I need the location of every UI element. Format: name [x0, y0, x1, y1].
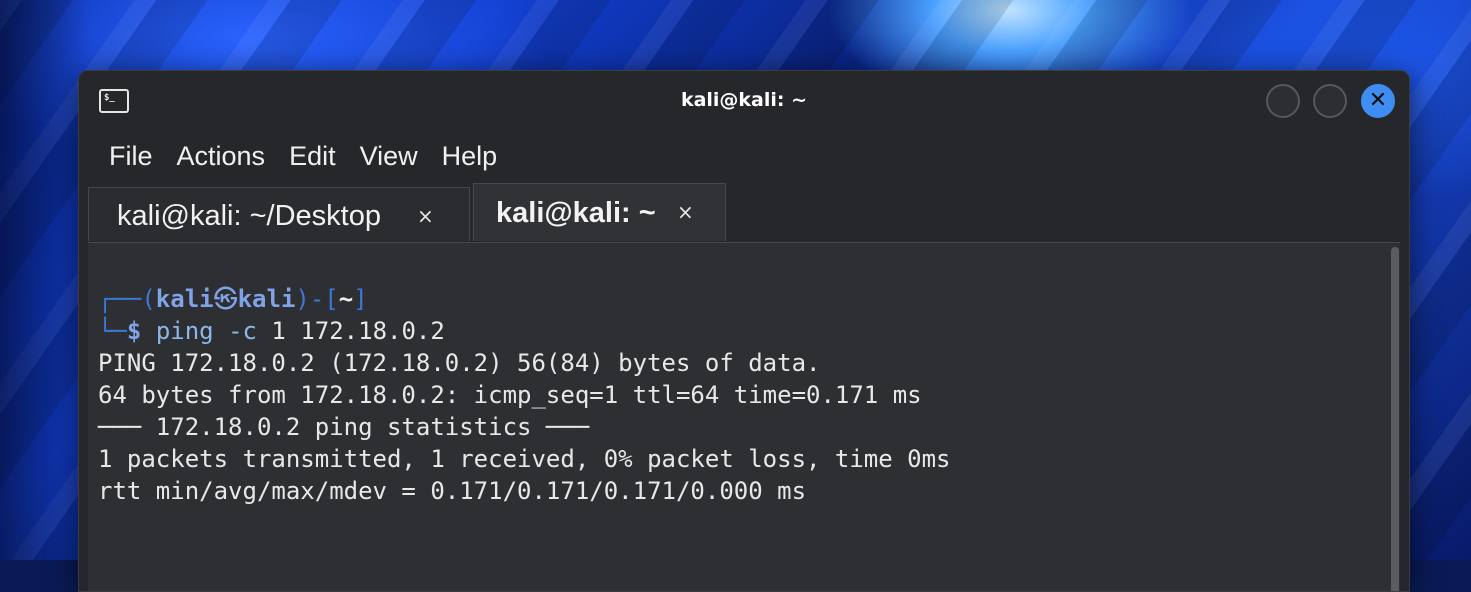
prompt-prefix-bottom: └─	[98, 317, 127, 345]
prompt-separator: )-[	[295, 285, 339, 313]
tab-bar: kali@kali: ~/Desktop × kali@kali: ~ ×	[88, 183, 1409, 243]
prompt-host: kali	[237, 285, 296, 313]
tab-home[interactable]: kali@kali: ~ ×	[473, 183, 726, 241]
close-icon: ✕	[1368, 88, 1388, 113]
command-flag: -c	[228, 317, 257, 345]
prompt-dollar: $	[126, 317, 142, 345]
close-window-button[interactable]: ✕	[1361, 84, 1395, 118]
prompt-prefix: ┌──(	[98, 285, 156, 313]
menu-actions[interactable]: Actions	[169, 141, 282, 172]
window-title: kali@kali: ~	[680, 89, 808, 111]
prompt-path: ~	[338, 285, 354, 313]
menu-edit[interactable]: Edit	[281, 141, 352, 172]
prompt-line-1: ┌──(kali㉿kali)-[~]	[98, 283, 951, 315]
tab-label: kali@kali: ~/Desktop	[117, 200, 381, 232]
output-line: rtt min/avg/max/mdev = 0.171/0.171/0.171…	[98, 477, 807, 505]
prompt-bracket-end: ]	[353, 285, 368, 313]
minimize-button[interactable]	[1266, 84, 1300, 118]
tab-close-icon[interactable]: ×	[677, 200, 694, 224]
command-name: ping	[155, 317, 214, 345]
output-line: PING 172.18.0.2 (172.18.0.2) 56(84) byte…	[98, 349, 821, 377]
output-line: ─── 172.18.0.2 ping statistics ───	[98, 413, 590, 441]
terminal-window: $_ kali@kali: ~ ✕ File Actions Edit View…	[78, 70, 1410, 592]
tab-label: kali@kali: ~	[496, 197, 656, 229]
vertical-scrollbar[interactable]	[1391, 247, 1399, 591]
prompt-line-2: └─$ ping -c 1 172.18.0.2	[98, 315, 951, 347]
menu-view[interactable]: View	[352, 141, 434, 172]
menu-help[interactable]: Help	[434, 141, 514, 172]
tab-close-icon[interactable]: ×	[417, 204, 434, 228]
menu-bar: File Actions Edit View Help	[79, 131, 1409, 181]
title-bar[interactable]: $_ kali@kali: ~ ✕	[79, 71, 1409, 131]
prompt-user: kali	[155, 285, 214, 313]
prompt-at-symbol: ㉿	[213, 285, 238, 313]
tab-desktop[interactable]: kali@kali: ~/Desktop ×	[88, 187, 470, 241]
output-line: 1 packets transmitted, 1 received, 0% pa…	[98, 445, 951, 473]
maximize-button[interactable]	[1313, 84, 1347, 118]
terminal-text: ┌──(kali㉿kali)-[~] └─$ ping -c 1 172.18.0…	[98, 283, 951, 507]
output-line: 64 bytes from 172.18.0.2: icmp_seq=1 ttl…	[98, 381, 922, 409]
terminal-output-area[interactable]: ┌──(kali㉿kali)-[~] └─$ ping -c 1 172.18.0…	[88, 242, 1400, 591]
command-args: 1 172.18.0.2	[271, 317, 445, 345]
menu-file[interactable]: File	[101, 141, 169, 172]
